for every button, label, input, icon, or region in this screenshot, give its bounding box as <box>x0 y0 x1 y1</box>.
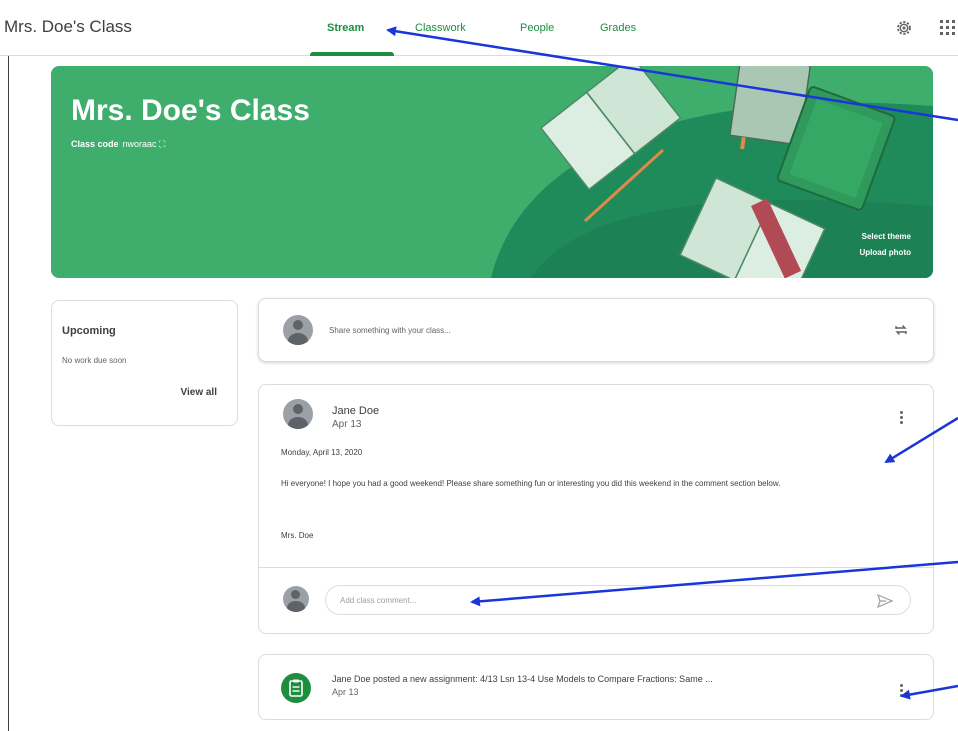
class-banner: Mrs. Doe's Class Class code nworaac ⛶ Sel… <box>51 66 933 278</box>
repost-icon[interactable] <box>893 322 909 338</box>
post-date: Apr 13 <box>332 419 362 430</box>
view-all-link[interactable]: View all <box>180 387 217 398</box>
class-code-label: Class code <box>71 139 119 149</box>
post-message: Hi everyone! I hope you had a good weeke… <box>281 479 781 488</box>
class-name[interactable]: Mrs. Doe's Class <box>4 17 132 37</box>
tab-stream[interactable]: Stream <box>327 22 364 34</box>
announcement-post: Jane Doe Apr 13 Monday, April 13, 2020 H… <box>258 384 934 634</box>
assignment-title[interactable]: Jane Doe posted a new assignment: 4/13 L… <box>332 674 713 684</box>
upcoming-status: No work due soon <box>62 356 127 365</box>
post-divider <box>259 567 933 568</box>
assignment-icon <box>281 673 311 703</box>
share-box[interactable]: Share something with your class... <box>258 298 934 362</box>
upcoming-title: Upcoming <box>62 325 116 337</box>
commenter-avatar <box>283 586 309 612</box>
post-more-options-icon[interactable] <box>900 411 904 425</box>
user-avatar <box>283 315 313 345</box>
tab-classwork[interactable]: Classwork <box>415 22 466 34</box>
tab-people[interactable]: People <box>520 22 554 34</box>
assignment-more-options-icon[interactable] <box>900 684 904 698</box>
select-theme-link[interactable]: Select theme <box>862 232 911 241</box>
assignment-date: Apr 13 <box>332 687 359 697</box>
active-tab-indicator <box>310 52 394 56</box>
fullscreen-icon[interactable]: ⛶ <box>159 139 165 149</box>
class-code: Class code nworaac ⛶ <box>71 139 165 150</box>
share-placeholder[interactable]: Share something with your class... <box>329 326 451 335</box>
post-author: Jane Doe <box>332 405 380 417</box>
classroom-stream-page: Mrs. Doe's Class Stream Classwork People… <box>0 0 958 731</box>
apps-grid-icon[interactable] <box>940 20 958 36</box>
post-date-line: Monday, April 13, 2020 <box>281 448 363 457</box>
left-border-line <box>8 56 9 731</box>
settings-icon[interactable] <box>895 19 913 37</box>
banner-class-title: Mrs. Doe's Class <box>71 94 310 127</box>
send-icon[interactable] <box>877 594 893 608</box>
class-comment-input[interactable]: Add class comment... <box>325 585 911 615</box>
author-avatar <box>283 399 313 429</box>
upcoming-card: Upcoming No work due soon View all <box>51 300 238 426</box>
assignment-post[interactable]: Jane Doe posted a new assignment: 4/13 L… <box>258 654 934 720</box>
top-app-bar: Mrs. Doe's Class Stream Classwork People… <box>0 0 958 56</box>
comment-placeholder: Add class comment... <box>340 596 417 605</box>
class-code-value: nworaac <box>122 139 157 149</box>
upload-photo-link[interactable]: Upload photo <box>859 248 911 257</box>
post-signature: Mrs. Doe <box>281 531 314 540</box>
tab-grades[interactable]: Grades <box>600 22 636 34</box>
